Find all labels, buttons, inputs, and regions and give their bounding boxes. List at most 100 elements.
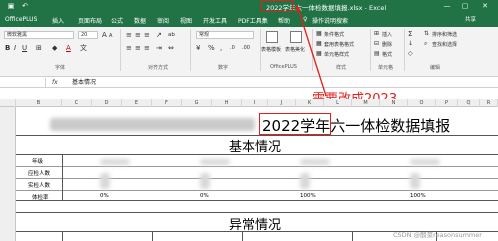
percent-button[interactable]: % [208,44,215,52]
column-header-f[interactable]: F [152,99,182,107]
worksheet[interactable]: 2022学年六一体检数据填报 基本情况 年级 应检人数 实检人数 体检率 0% … [0,107,498,241]
column-header-i[interactable]: I [242,99,268,107]
minimize-button[interactable]: — [440,0,454,13]
italic-button[interactable]: I [14,44,16,52]
tab-help[interactable]: 帮助 [278,16,290,25]
label-exam-rate: 体检率 [32,195,49,201]
label-grade: 年级 [32,159,44,165]
rate-value: 100% [410,193,426,199]
merge-center-button[interactable]: ⇔ [168,44,174,52]
align-left-icon[interactable]: ≡ [126,44,132,52]
decrease-decimal-icon[interactable]: .00 [242,44,250,52]
group-officeplus-label: OfficePLUS [270,64,297,70]
align-bottom-icon[interactable]: ≡ [144,31,150,39]
column-header-d[interactable]: D [92,99,122,107]
orientation-icon[interactable]: ↗ [156,31,162,39]
column-header-e[interactable]: E [122,99,152,107]
redacted-value [300,159,330,165]
undo-icon[interactable]: ↶ [18,0,32,13]
redacted-value [100,159,130,165]
shrink-font-icon[interactable]: A [109,32,112,40]
close-button[interactable]: ✕ [478,0,492,13]
save-icon[interactable]: ▣ [4,0,18,13]
align-center-icon[interactable]: ≡ [135,44,141,52]
label-expected-count: 应检人数 [28,171,51,177]
tab-pdf-tools[interactable]: PDF工具集 [238,16,268,25]
tab-developer[interactable]: 开发工具 [203,16,227,25]
redacted-value [410,173,420,189]
column-header-k[interactable]: K [296,99,324,107]
select-all-corner[interactable] [0,99,16,107]
sort-filter-button[interactable]: 排序和筛选 [432,31,457,38]
tab-insert[interactable]: 插入 [52,16,64,25]
grow-font-icon[interactable]: A [102,31,107,39]
clear-icon[interactable]: ◇ [408,50,413,58]
insert-function-button[interactable]: fx [52,78,58,87]
rate-value: 0% [100,193,109,199]
indent-icon[interactable]: ⇥ [156,44,162,52]
font-name-select[interactable]: 微软雅黑 [4,31,74,39]
redacted-value [200,159,230,165]
column-header-b[interactable]: B [16,99,62,107]
borders-icon[interactable]: ⊞ [36,44,42,52]
column-header-m[interactable]: M [352,99,380,107]
title-highlight-box [261,0,293,12]
column-header-r[interactable]: R [480,99,498,107]
column-header-q[interactable]: Q [458,99,480,107]
table-border [62,231,63,241]
column-headers: B C D E F G H I J K L M N O P Q R [0,99,498,107]
tab-view[interactable]: 视图 [180,16,192,25]
share-button[interactable]: 共享 [462,14,496,26]
column-header-h[interactable]: H [212,99,242,107]
align-right-icon[interactable]: ≡ [144,44,150,52]
sort-filter-icon: ⇅ [424,30,430,37]
align-top-icon[interactable]: ≡ [126,31,132,39]
tab-officeplus[interactable]: OfficePLUS [5,16,37,23]
label-actual-count: 实检人数 [28,183,51,189]
increase-decimal-icon[interactable]: .0 [230,44,235,52]
bold-button[interactable]: B [5,44,10,52]
phonetic-icon[interactable]: 文 [80,44,87,52]
group-edit-label: 编辑 [430,65,441,71]
restore-button[interactable]: ▢ [458,0,472,13]
ribbon-tabs: OfficePLUS 插入 页面布局 公式 数据 审阅 视图 开发工具 PDF工… [0,13,498,27]
column-header-n[interactable]: N [380,99,408,107]
currency-icon[interactable]: ¥ [196,44,200,52]
align-middle-icon[interactable]: ≡ [135,31,141,39]
formula-input[interactable]: 基本情况 [72,78,96,87]
title-bar: ▣ ↶ 2022学年六一体检数据填报.xlsx - Excel — ▢ ✕ [0,0,498,13]
table-border [152,231,153,241]
row-headers [0,107,16,241]
tab-data[interactable]: 数据 [134,16,146,25]
table-border [16,178,498,179]
tab-formulas[interactable]: 公式 [111,16,123,25]
column-header-c[interactable]: C [62,99,92,107]
column-header-p[interactable]: P [436,99,458,107]
font-size-select[interactable]: 20 [78,31,98,39]
ribbon-separator [120,29,121,71]
number-format-select[interactable]: 常规 [196,31,254,39]
table-template-button[interactable]: 表格模板 [261,46,281,53]
redacted-value [300,173,310,189]
fill-color-icon[interactable]: ◆ [52,44,57,52]
tab-page-layout[interactable]: 页面布局 [78,16,102,25]
comma-button[interactable]: , [220,44,222,52]
column-header-o[interactable]: O [408,99,436,107]
font-color-button[interactable]: A [66,44,71,52]
underline-button[interactable]: U [22,44,27,52]
group-number-label: 数字 [218,65,229,71]
table-border [16,200,498,201]
wrap-text-button[interactable]: ab [168,31,175,39]
watermark: CSDN @酸菜reasonsummer [393,231,482,239]
table-template-icon[interactable] [266,31,278,43]
fill-down-icon[interactable]: ↓ [408,40,413,48]
redacted-value [410,159,440,165]
find-select-button[interactable]: 查找和选择 [432,41,457,48]
column-header-l[interactable]: L [324,99,352,107]
column-header-g[interactable]: G [182,99,212,107]
tab-review[interactable]: 审阅 [157,16,169,25]
table-border [16,212,498,213]
autosum-button[interactable]: Σ [408,30,412,38]
name-box[interactable] [0,78,46,87]
column-header-j[interactable]: J [268,99,296,107]
